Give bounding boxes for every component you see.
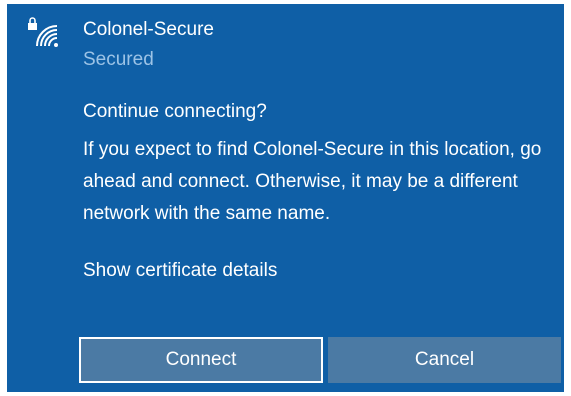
show-certificate-details-link[interactable]: Show certificate details [83,259,277,283]
network-status: Secured [83,49,154,70]
connect-button[interactable]: Connect [79,337,323,383]
network-name: Colonel-Secure [83,19,214,40]
connect-button-label: Connect [165,349,237,370]
cancel-button-label: Cancel [414,349,475,370]
prompt-title: Continue connecting? [83,101,267,122]
prompt-body: If you expect to find Colonel-Secure in … [83,139,542,224]
cancel-button[interactable]: Cancel [328,337,561,383]
wifi-connect-flyout: Colonel-Secure Secured Continue connecti… [7,4,564,392]
wifi-secured-icon [28,17,58,47]
